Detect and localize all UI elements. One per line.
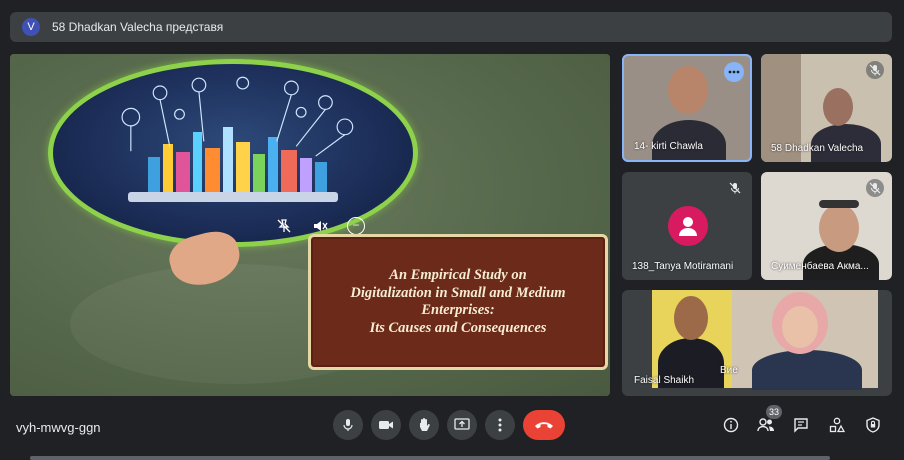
meeting-controls-bar: vyh-mwvg-ggn 33 xyxy=(0,400,904,460)
self-name: Вие xyxy=(720,365,738,376)
self-video xyxy=(732,290,878,390)
activities-button[interactable] xyxy=(826,414,848,436)
participant-video xyxy=(674,296,708,340)
participant-name: Суименбаева Акма... xyxy=(771,261,869,272)
participant-video xyxy=(752,350,862,390)
chat-icon xyxy=(794,418,808,433)
slide-title-line: Its Causes and Consequences xyxy=(369,319,547,336)
participant-name: 58 Dhadkan Valecha xyxy=(771,143,864,154)
present-button[interactable] xyxy=(447,410,477,440)
mic-icon xyxy=(343,419,353,431)
raise-hand-icon xyxy=(420,418,430,431)
more-options-icon xyxy=(498,418,502,432)
info-icon xyxy=(723,417,739,433)
host-controls-button[interactable] xyxy=(862,414,884,436)
presenter-label: 58 Dhadkan Valecha представя xyxy=(52,20,224,34)
end-call-button[interactable] xyxy=(523,410,565,440)
person-icon xyxy=(668,206,708,246)
mic-off-icon xyxy=(866,61,884,79)
horizontal-scrollbar[interactable] xyxy=(30,456,830,460)
end-call-icon xyxy=(535,422,553,429)
more-options-button[interactable] xyxy=(485,410,515,440)
network-icons-graphic xyxy=(121,76,354,157)
slide-title-line: Enterprises: xyxy=(421,302,495,318)
tablet-graphic xyxy=(128,192,338,202)
participant-name: 14- kirti Chawla xyxy=(634,141,703,152)
chat-button[interactable] xyxy=(790,414,812,436)
more-options-icon[interactable] xyxy=(724,62,744,82)
mic-off-icon xyxy=(726,179,744,197)
participant-tile-dhadkan[interactable]: 58 Dhadkan Valecha xyxy=(761,54,892,162)
participant-video xyxy=(668,66,708,114)
participant-video xyxy=(823,88,853,126)
camera-button[interactable] xyxy=(371,410,401,440)
participant-name: Faisal Shaikh xyxy=(634,375,695,386)
presenter-avatar: V xyxy=(22,18,40,36)
info-button[interactable] xyxy=(720,414,742,436)
participant-tile-kirti[interactable]: 14- kirti Chawla xyxy=(622,54,752,162)
slide-title-line: An Empirical Study on xyxy=(389,267,527,283)
participant-tile-faisal[interactable]: Faisal Shaikh Вие xyxy=(622,290,892,396)
present-icon xyxy=(454,418,470,430)
mic-off-icon xyxy=(866,179,884,197)
slide-title-line: Digitalization in Small and Medium xyxy=(350,284,566,301)
participant-tile-tanya[interactable]: 138_Tanya Motiramani xyxy=(622,172,752,280)
participant-video xyxy=(819,204,859,252)
participant-tile-suimenbaeva[interactable]: Суименбаева Акма... xyxy=(761,172,892,280)
raise-hand-button[interactable] xyxy=(409,410,439,440)
slide-title: An Empirical Study on Digitalization in … xyxy=(340,267,575,337)
mic-button[interactable] xyxy=(333,410,363,440)
participant-video xyxy=(782,306,818,348)
presenting-banner: V 58 Dhadkan Valecha представя xyxy=(10,12,892,42)
host-controls-icon xyxy=(866,417,880,433)
meeting-code: vyh-mwvg-ggn xyxy=(16,420,101,435)
people-icon xyxy=(757,418,774,432)
camera-icon xyxy=(379,421,393,429)
activities-icon xyxy=(829,417,845,433)
presentation-stage: − An Empirical Study on Digitalization i… xyxy=(10,54,610,396)
sunglasses xyxy=(819,200,859,208)
people-button[interactable] xyxy=(755,414,777,436)
slide-title-box: An Empirical Study on Digitalization in … xyxy=(308,234,608,370)
participant-name: 138_Tanya Motiramani xyxy=(632,261,734,272)
pin-off-icon[interactable] xyxy=(272,214,296,238)
